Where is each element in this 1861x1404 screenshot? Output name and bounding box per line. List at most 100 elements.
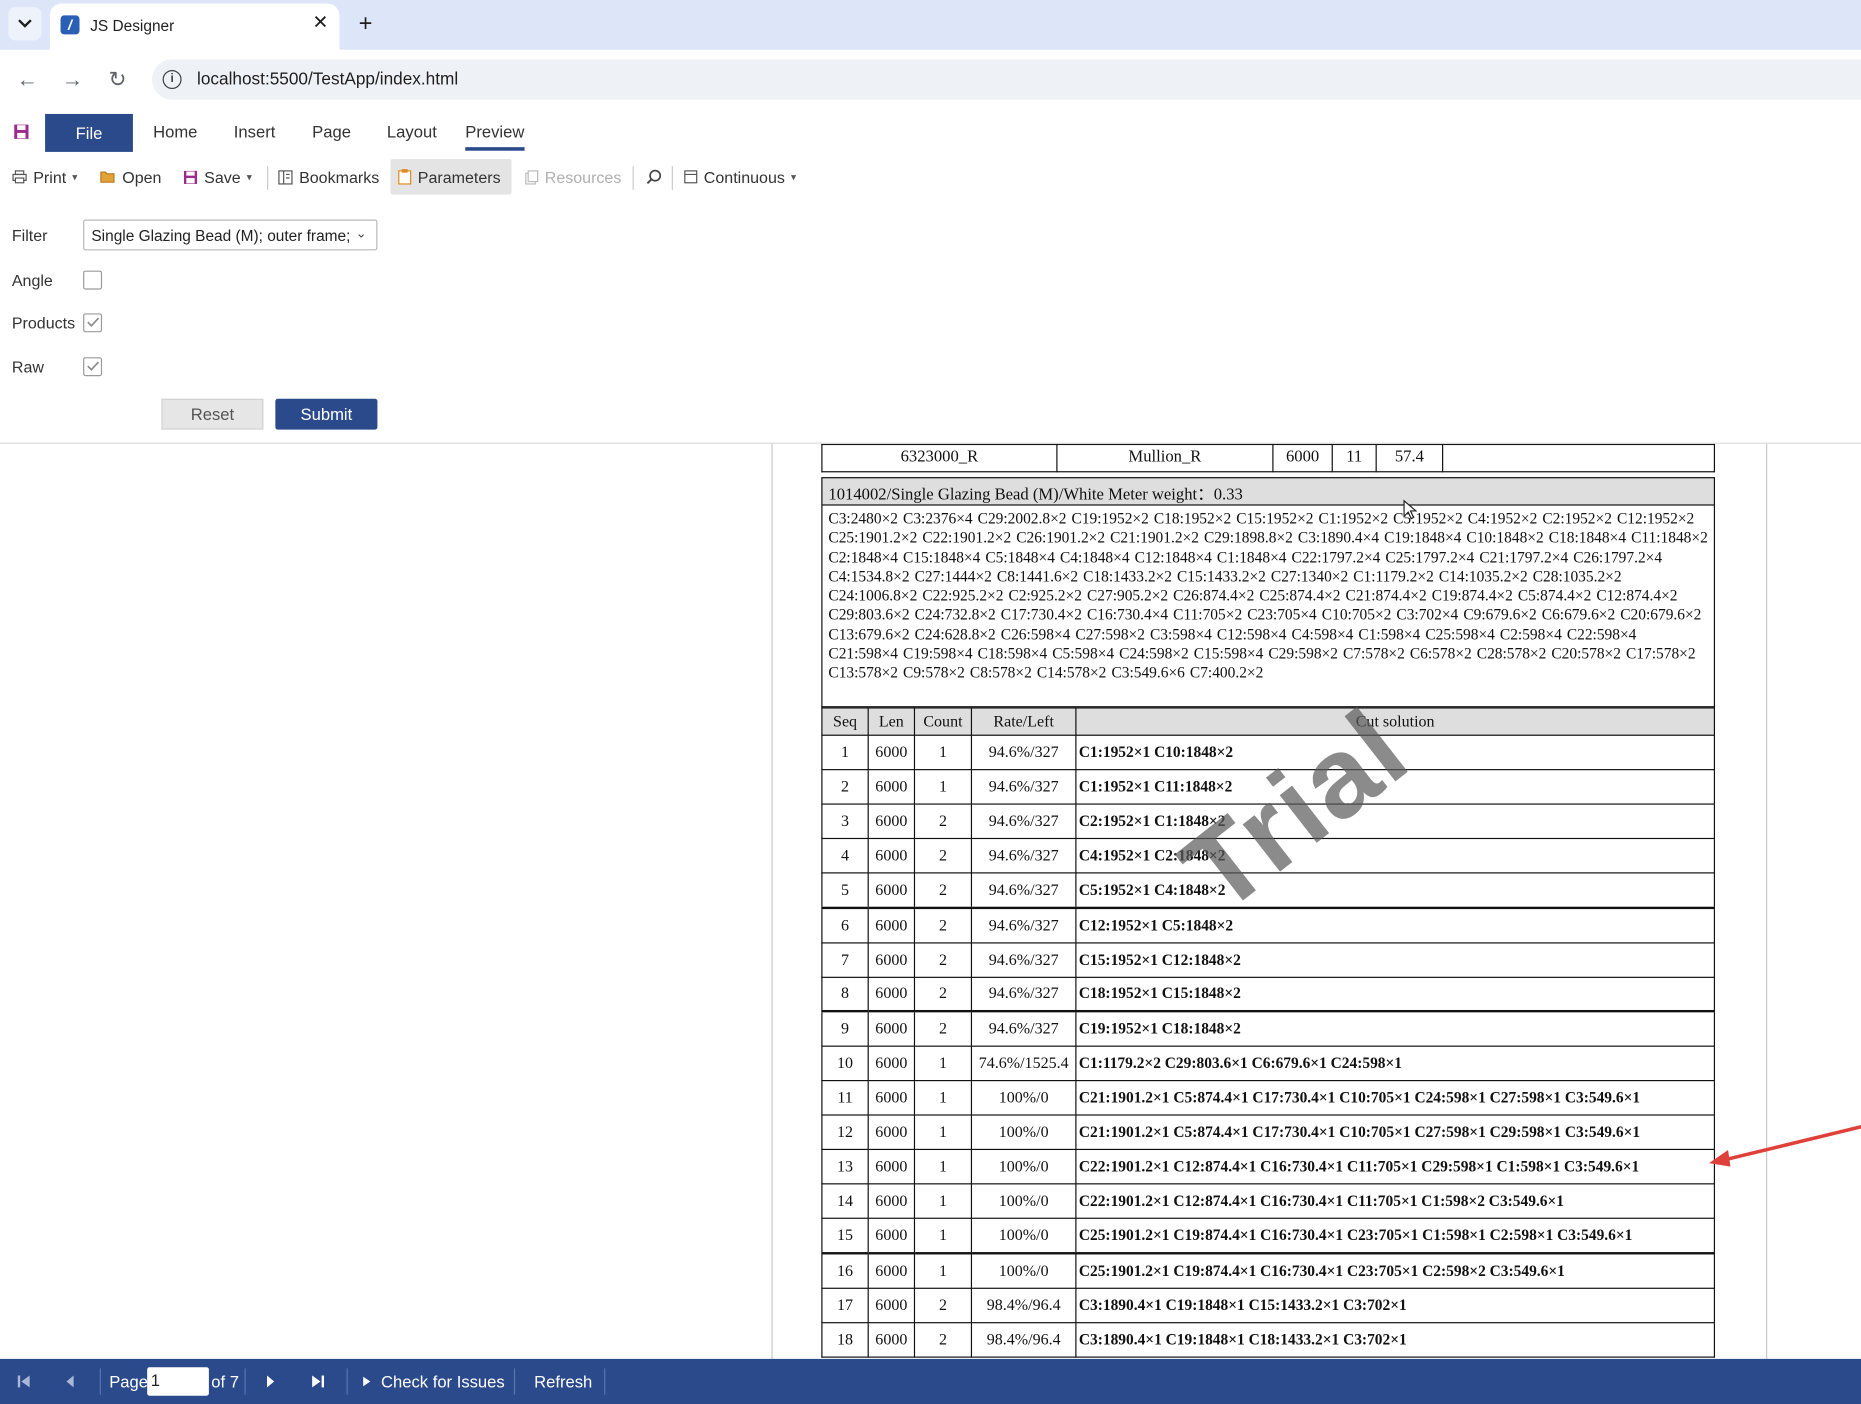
table-row: 9 6000 2 94.6%/327 C19:1952×1 C18:1848×2 xyxy=(821,1010,1716,1047)
close-tab-icon[interactable]: ✕ xyxy=(309,12,333,36)
next-page-icon[interactable] xyxy=(265,1370,277,1394)
table-cell: 6 xyxy=(821,906,869,943)
cut-solution-cell: C3:1890.4×1 C19:1848×1 C18:1433.2×1 C3:7… xyxy=(1075,1321,1716,1358)
raw-checkbox[interactable] xyxy=(83,357,103,377)
previous-page-icon[interactable] xyxy=(64,1370,76,1394)
url-text[interactable]: localhost:5500/TestApp/index.html xyxy=(197,70,458,89)
last-page-icon[interactable] xyxy=(311,1370,325,1394)
floppy-disk-icon xyxy=(183,170,198,184)
back-arrow-icon[interactable]: ← xyxy=(12,64,43,95)
page-number-input[interactable]: 1 xyxy=(147,1367,209,1396)
quick-save-icon[interactable] xyxy=(13,123,30,140)
first-page-icon[interactable] xyxy=(17,1370,31,1394)
table-row: 17 6000 2 98.4%/96.4 C3:1890.4×1 C19:1848×1 … xyxy=(821,1287,1716,1323)
table-cell: 2 xyxy=(913,1287,973,1323)
save-label: Save xyxy=(204,167,241,186)
cut-table-body: 1 6000 1 94.6%/327 C1:1952×1 C10:1848×2 2 6000… xyxy=(821,734,1716,1358)
angle-label: Angle xyxy=(11,271,53,290)
table-cell: 6000 xyxy=(867,734,916,771)
tab-page[interactable]: Page xyxy=(312,122,351,141)
table-row: 8 6000 2 94.6%/327 C18:1952×1 C15:1848×2 xyxy=(821,976,1716,1013)
print-label: Print xyxy=(33,167,67,186)
table-cell: 6000 xyxy=(867,1287,916,1323)
bottom-bar-divider xyxy=(513,1368,516,1395)
table-cell: 94.6%/327 xyxy=(970,906,1077,943)
chevron-down-icon: ▾ xyxy=(72,170,78,183)
table-cell: 1 xyxy=(913,1251,973,1289)
bookmarks-icon xyxy=(278,169,293,184)
table-cell: 6000 xyxy=(867,803,916,840)
table-row: 2 6000 1 94.6%/327 C1:1952×1 C11:1848×2 xyxy=(821,769,1716,805)
submit-button[interactable]: Submit xyxy=(275,398,378,430)
table-cell: 74.6%/1525.4 xyxy=(970,1045,1077,1082)
tab-file[interactable]: File xyxy=(45,113,133,152)
table-cell: 6000 xyxy=(867,872,916,909)
reset-button[interactable]: Reset xyxy=(161,398,264,430)
checkmark-icon xyxy=(86,361,99,371)
cut-solution-cell: C15:1952×1 C12:1848×2 xyxy=(1075,941,1716,978)
table-cell: 6000 xyxy=(867,1321,916,1358)
table-cell: 15 xyxy=(821,1218,869,1254)
cut-solution-cell: C4:1952×1 C2:1848×2 xyxy=(1075,838,1716,874)
filter-select-value: Single Glazing Bead (M); outer frame; xyxy=(91,226,351,245)
resources-button[interactable]: Resources xyxy=(517,159,628,195)
open-button[interactable]: Open xyxy=(93,159,169,195)
continuous-label: Continuous xyxy=(703,167,785,186)
refresh-button[interactable]: Refresh xyxy=(534,1370,592,1394)
checkmark-icon xyxy=(86,317,99,327)
tab-layout[interactable]: Layout xyxy=(387,122,437,141)
browser-tab[interactable]: / JS Designer ✕ xyxy=(49,3,340,50)
bookmarks-label: Bookmarks xyxy=(299,167,380,186)
table-cell: 2 xyxy=(913,838,973,874)
print-button[interactable]: Print ▾ xyxy=(5,159,85,195)
table-cell: 2 xyxy=(913,906,973,943)
table-cell: 2 xyxy=(913,872,973,909)
filter-select[interactable]: Single Glazing Bead (M); outer frame; ⌄ xyxy=(83,219,378,251)
table-cell: 11 xyxy=(1331,443,1377,473)
tab-preview[interactable]: Preview xyxy=(465,122,525,151)
search-button[interactable] xyxy=(639,159,670,195)
column-header-len: Len xyxy=(867,707,916,736)
parameters-button[interactable]: Parameters xyxy=(390,159,512,195)
site-info-icon[interactable]: i xyxy=(162,70,182,90)
reload-icon[interactable]: ↻ xyxy=(102,64,133,95)
table-cell: 100%/0 xyxy=(970,1079,1077,1116)
table-cell: 6000 xyxy=(867,1079,916,1116)
table-cell: 9 xyxy=(821,1010,869,1047)
page-total: of 7 xyxy=(211,1371,239,1391)
url-bar[interactable]: i localhost:5500/TestApp/index.html xyxy=(151,59,1861,100)
table-cell: 1 xyxy=(913,1114,973,1151)
products-label: Products xyxy=(11,314,76,333)
tab-list-chevron-icon[interactable] xyxy=(8,7,42,41)
table-cell: 2 xyxy=(913,976,973,1013)
resources-label: Resources xyxy=(544,167,622,186)
cut-solution-cell: C3:1890.4×1 C19:1848×1 C15:1433.2×1 C3:7… xyxy=(1075,1287,1716,1323)
cut-solution-cell: C1:1952×1 C10:1848×2 xyxy=(1075,734,1716,771)
table-cell: 14 xyxy=(821,1183,869,1220)
material-cut-list: C3:2480×2 C3:2376×4 C29:2002.8×2 C19:195… xyxy=(821,505,1716,708)
forward-arrow-icon[interactable]: → xyxy=(57,64,88,95)
new-tab-icon[interactable]: + xyxy=(351,9,379,37)
toolbar-divider xyxy=(267,166,269,190)
save-button[interactable]: Save ▾ xyxy=(176,159,259,195)
check-for-issues-button[interactable]: Check for Issues xyxy=(362,1370,505,1394)
bookmarks-button[interactable]: Bookmarks xyxy=(271,159,387,195)
table-cell: 1 xyxy=(821,734,869,771)
angle-checkbox[interactable] xyxy=(83,270,103,290)
table-cell: 6000 xyxy=(867,906,916,943)
column-header-rate-left: Rate/Left xyxy=(970,707,1077,736)
table-cell: 6000 xyxy=(867,1114,916,1151)
continuous-dropdown[interactable]: Continuous ▾ xyxy=(677,159,804,195)
report-viewer[interactable]: 6323000_R Mullion_R 6000 11 57.4 1014002… xyxy=(0,443,1861,1359)
page-label: Page xyxy=(109,1371,149,1391)
mouse-cursor-icon xyxy=(1403,499,1418,520)
table-cell: 1 xyxy=(913,1148,973,1185)
table-cell: 6000 xyxy=(867,1251,916,1289)
tab-home[interactable]: Home xyxy=(153,122,197,141)
cut-solution-cell: C1:1179.2×2 C29:803.6×1 C6:679.6×1 C24:5… xyxy=(1075,1045,1716,1082)
tab-insert[interactable]: Insert xyxy=(234,122,276,141)
cut-solution-cell: C25:1901.2×1 C19:874.4×1 C16:730.4×1 C23… xyxy=(1075,1251,1716,1289)
table-cell: 6000 xyxy=(1272,443,1333,473)
products-checkbox[interactable] xyxy=(83,313,103,333)
search-icon xyxy=(646,169,662,185)
